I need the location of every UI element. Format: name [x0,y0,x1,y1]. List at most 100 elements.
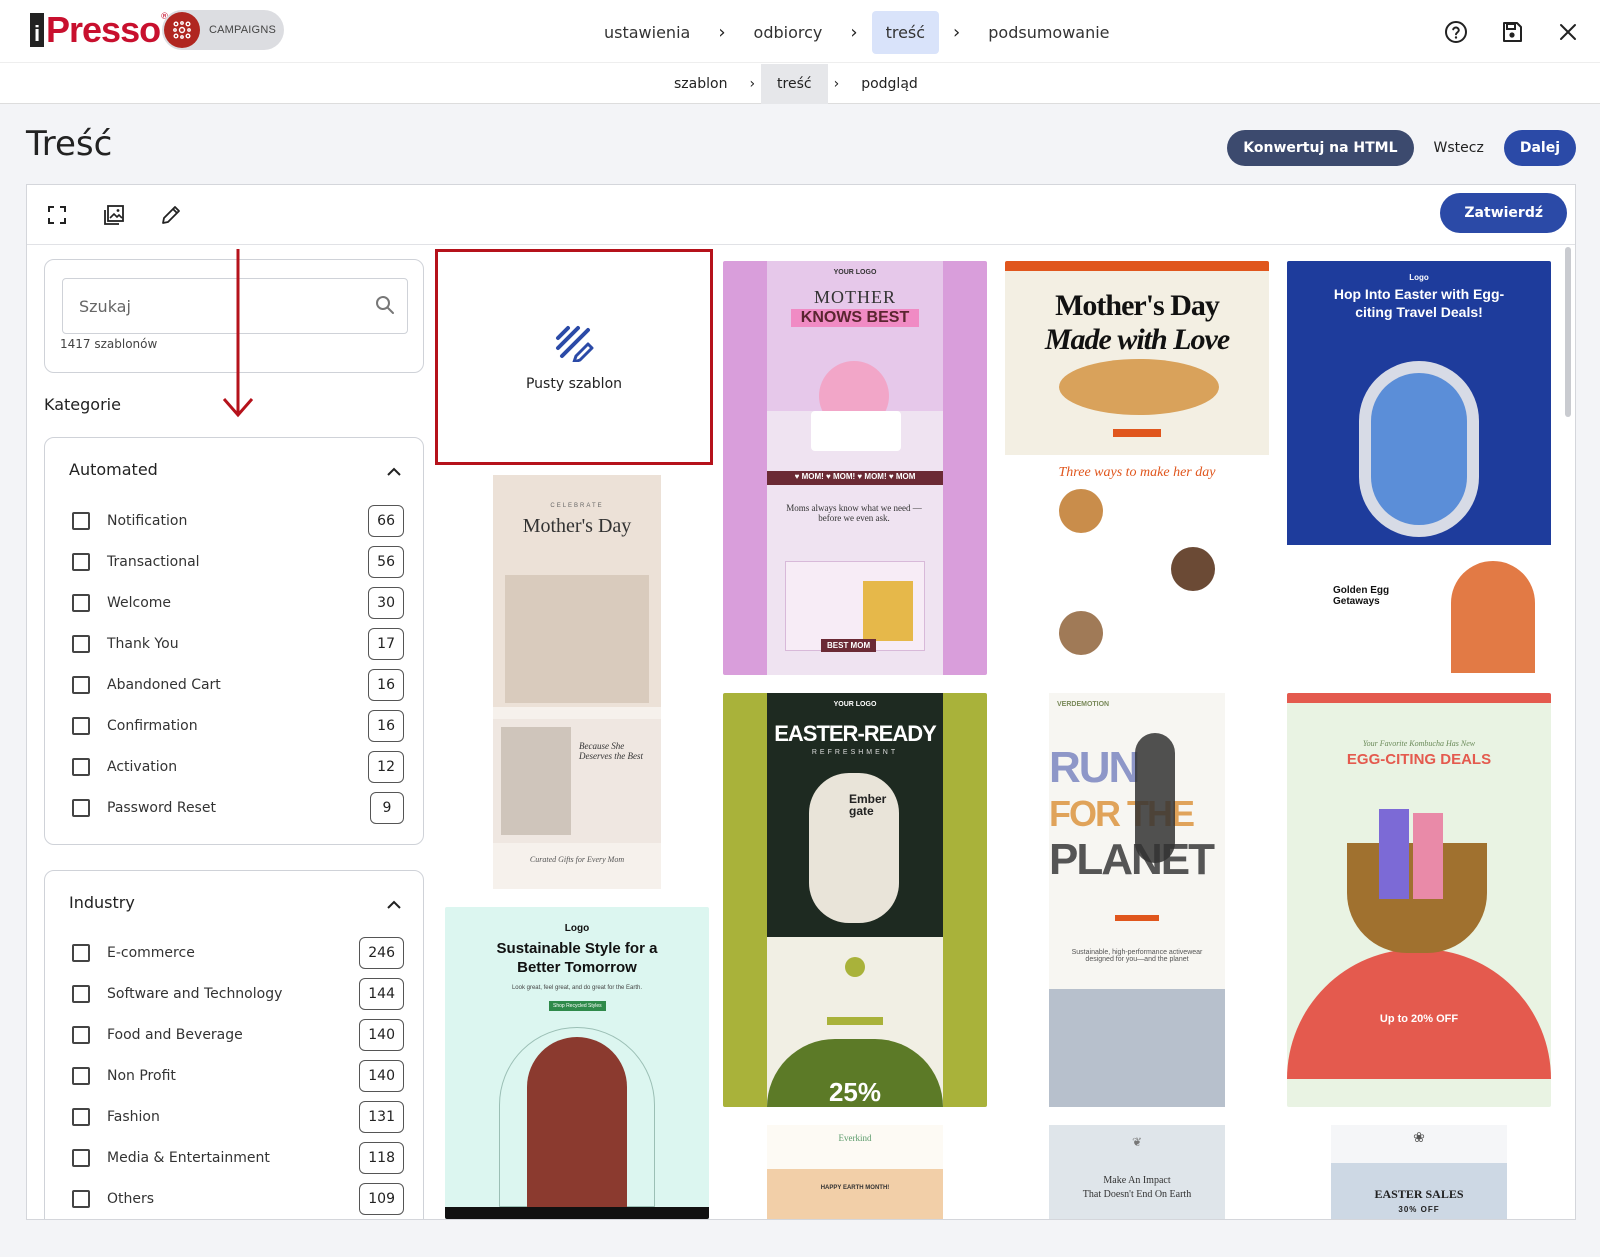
chevron-up-icon[interactable] [387,462,401,481]
checkbox[interactable] [72,676,90,694]
page-title: Treść [26,124,113,164]
group-title: Automated [69,460,158,479]
substep-podglad[interactable]: podgląd [845,64,934,104]
lotus-icon: ❀ [1413,1129,1425,1145]
leaf-icon: ❦ [1131,1135,1143,1149]
athletes-photo [1049,989,1225,1107]
checkbox[interactable] [72,635,90,653]
template-card[interactable]: VERDEMOTION RUN FOR THE PLANET Sustainab… [1005,693,1269,1107]
help-icon[interactable] [1440,16,1472,48]
template-card[interactable]: Mother's Day Made with Love Three ways t… [1005,261,1269,675]
category-row[interactable]: Others 109 [72,1181,404,1217]
checkbox[interactable] [72,1026,90,1044]
template-card[interactable]: YOUR LOGO EASTER-READY REFRESHMENT Ember… [723,693,987,1107]
next-button[interactable]: Dalej [1503,130,1576,166]
save-icon[interactable] [1496,16,1528,48]
campaigns-module-badge[interactable]: CAMPAIGNS [162,10,284,50]
category-row[interactable]: Abandoned Cart 16 [72,667,404,703]
category-row[interactable]: Media & Entertainment 118 [72,1140,404,1176]
mother-photo [501,727,571,835]
substep-szablon[interactable]: szablon [658,64,743,104]
checkbox[interactable] [72,594,90,612]
gallery-icon[interactable] [100,201,128,229]
template-hero [767,1169,943,1219]
checkbox[interactable] [72,1149,90,1167]
template-heading-3: PLANET [1049,835,1215,884]
category-group-automated: Automated Notification 66 Transactional 56… [44,437,424,845]
step-odbiorcy[interactable]: odbiorcy [740,11,837,54]
checkbox[interactable] [72,512,90,530]
edit-pencil-icon[interactable] [157,201,185,229]
categories-heading: Kategorie [44,395,121,414]
category-count: 144 [359,978,404,1010]
template-logo-text: Logo [1409,273,1429,282]
can-illustration-2 [1413,813,1443,899]
template-logo-text: YOUR LOGO [833,701,877,708]
category-count: 12 [368,751,404,783]
category-label: Welcome [107,595,172,611]
category-row[interactable]: Thank You 17 [72,626,404,662]
template-brand: Everkind [838,1133,872,1143]
category-label: Transactional [107,554,200,570]
checkbox[interactable] [72,717,90,735]
close-icon[interactable] [1552,16,1584,48]
template-card[interactable]: Everkind HAPPY EARTH MONTH! [723,1125,987,1219]
convert-to-html-button[interactable]: Konwertuj na HTML [1227,130,1414,166]
empty-template-card[interactable]: Pusty szablon [435,249,713,465]
template-heading: MOTHER [814,287,896,307]
category-row[interactable]: Fashion 131 [72,1099,404,1135]
category-row[interactable]: Welcome 30 [72,585,404,621]
template-card[interactable]: Logo Hop Into Easter with Egg-citing Tra… [1287,261,1551,675]
template-footer [445,1207,709,1219]
checkbox[interactable] [72,1190,90,1208]
empty-template-label: Pusty szablon [525,376,623,392]
category-row[interactable]: Confirmation 16 [72,708,404,744]
checkbox[interactable] [72,799,90,817]
back-button[interactable]: Wstecz [1426,130,1492,166]
checkbox[interactable] [72,758,90,776]
category-label: Others [107,1191,155,1207]
checkbox[interactable] [72,553,90,571]
ipresso-logo[interactable]: i Presso ® [30,8,169,52]
chevron-right-icon: › [833,76,840,92]
confirm-button[interactable]: Zatwierdź [1440,193,1567,233]
template-card[interactable]: CELEBRATE Mother's Day Because She Deser… [445,475,709,889]
category-row[interactable]: Food and Beverage 140 [72,1017,404,1053]
template-heading: Make An Impact [1103,1175,1171,1186]
template-card[interactable]: ❀ EASTER SALES 30% OFF [1287,1125,1551,1219]
category-row[interactable]: Non Profit 140 [72,1058,404,1094]
category-row[interactable]: Notification 66 [72,503,404,539]
template-card[interactable]: Logo Sustainable Style for a Better Tomo… [445,907,709,1219]
template-button [827,1017,883,1025]
substep-tresc[interactable]: treść [761,64,828,104]
step-ustawienia[interactable]: ustawienia [590,11,704,54]
search-icon[interactable] [375,295,395,319]
category-count: 56 [368,546,404,578]
scrollbar-thumb[interactable] [1565,247,1571,417]
category-row[interactable]: Transactional 56 [72,544,404,580]
checkbox[interactable] [72,1067,90,1085]
template-card[interactable]: Your Favorite Kombucha Has New EGG-CITIN… [1287,693,1551,1107]
category-row[interactable]: Software and Technology 144 [72,976,404,1012]
category-label: Fashion [107,1109,160,1125]
checkbox[interactable] [72,985,90,1003]
template-heading: Mother's Day [1055,289,1220,322]
category-row[interactable]: Activation 12 [72,749,404,785]
runner-photo [1135,733,1175,863]
checkbox[interactable] [72,944,90,962]
step-podsumowanie[interactable]: podsumowanie [974,11,1123,54]
category-label: Food and Beverage [107,1027,243,1043]
chevron-up-icon[interactable] [387,895,401,914]
fullscreen-icon[interactable] [43,201,71,229]
category-row[interactable]: E-commerce 246 [72,935,404,971]
template-card[interactable]: ❦ Make An Impact That Doesn't End On Ear… [1005,1125,1269,1219]
category-row[interactable]: Password Reset 9 [72,790,404,826]
template-heading: Mother's Day [522,515,632,537]
category-label: Software and Technology [107,986,283,1002]
category-label: Thank You [107,636,179,652]
template-card[interactable]: YOUR LOGO MOTHER KNOWS BEST ♥ MOM! ♥ MOM… [723,261,987,675]
template-brand: VERDEMOTION [1057,701,1110,708]
template-heading-2: That Doesn't End On Earth [1082,1189,1192,1200]
checkbox[interactable] [72,1108,90,1126]
step-tresc[interactable]: treść [871,10,940,54]
